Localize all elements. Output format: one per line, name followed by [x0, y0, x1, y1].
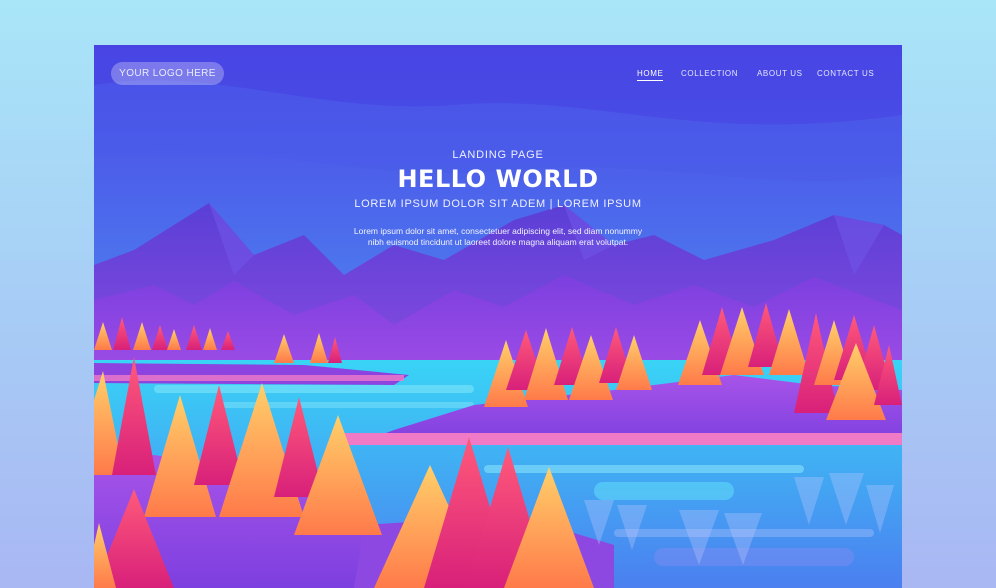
- nav-item-home[interactable]: HOME: [637, 69, 664, 81]
- logo-placeholder[interactable]: YOUR LOGO HERE: [111, 62, 224, 85]
- nav-item-contact-us[interactable]: CONTACT US: [817, 69, 874, 78]
- landing-page-frame: YOUR LOGO HERE HOME COLLECTION ABOUT US …: [94, 45, 902, 588]
- hero-body-line-2: nibh euismod tincidunt ut laoreet dolore…: [367, 237, 629, 247]
- hero-title: HELLO WORLD: [397, 165, 599, 193]
- hero-eyebrow: LANDING PAGE: [452, 149, 544, 161]
- landscape-illustration: [94, 45, 902, 588]
- nav-item-collection[interactable]: COLLECTION: [681, 69, 738, 78]
- hero-body: Lorem ipsum dolor sit amet, consectetuer…: [94, 226, 902, 248]
- nav-item-about-us[interactable]: ABOUT US: [757, 69, 803, 78]
- hero-subtitle: LOREM IPSUM DOLOR SIT ADEM | LOREM IPSUM: [354, 198, 642, 210]
- hero-section: LANDING PAGE HELLO WORLD LOREM IPSUM DOL…: [94, 149, 902, 248]
- navbar: YOUR LOGO HERE HOME COLLECTION ABOUT US …: [94, 45, 902, 105]
- hero-body-line-1: Lorem ipsum dolor sit amet, consectetuer…: [353, 226, 643, 236]
